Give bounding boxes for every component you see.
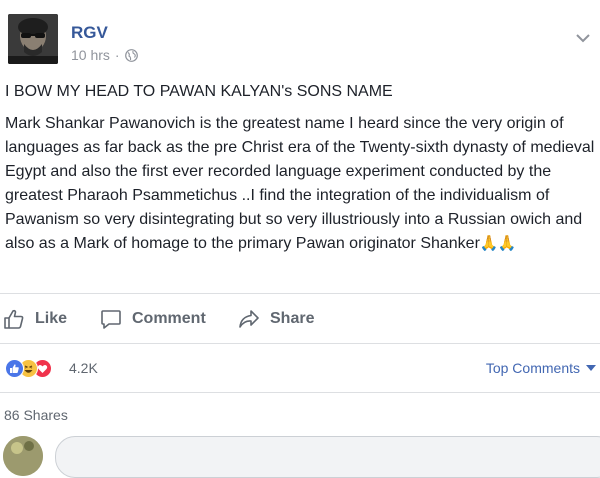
like-reaction-icon	[5, 359, 24, 378]
comment-icon	[101, 310, 121, 329]
post-timestamp[interactable]: 10 hrs	[71, 47, 110, 63]
comment-input[interactable]	[55, 436, 600, 478]
action-bar: Like Comment Share	[0, 302, 600, 336]
share-label: Share	[270, 310, 315, 327]
post-headline: I BOW MY HEAD TO PAWAN KALYAN's SONS NAM…	[5, 83, 393, 100]
post-text: Mark Shankar Pawanovich is the greatest …	[5, 112, 597, 256]
like-button[interactable]: Like	[3, 308, 67, 330]
comment-composer	[0, 433, 600, 478]
reaction-icons[interactable]	[5, 359, 65, 379]
reactions-bar: 4.2K Top Comments	[0, 357, 600, 381]
author-avatar[interactable]	[8, 14, 58, 64]
divider	[0, 392, 600, 393]
user-avatar	[3, 436, 43, 476]
divider	[0, 293, 600, 294]
shares-count[interactable]: 86 Shares	[4, 407, 68, 423]
folded-hands-emoji: 🙏🙏	[479, 235, 516, 252]
caret-down-icon	[586, 365, 596, 371]
post-text-content: Mark Shankar Pawanovich is the greatest …	[5, 115, 595, 252]
comment-button[interactable]: Comment	[100, 308, 206, 330]
like-label: Like	[35, 310, 68, 327]
reaction-count[interactable]: 4.2K	[69, 360, 98, 376]
post-header: RGV 10 hrs ·	[4, 14, 594, 70]
facebook-post: RGV 10 hrs · I BOW MY HEAD TO PAWAN KALY…	[0, 0, 600, 478]
globe-icon	[124, 48, 138, 62]
comment-label: Comment	[132, 310, 206, 327]
author-name[interactable]: RGV	[71, 23, 108, 43]
share-button[interactable]: Share	[238, 308, 314, 330]
meta-separator: ·	[114, 47, 120, 63]
share-arrow-icon	[239, 310, 259, 328]
thumbs-up-icon	[4, 309, 24, 329]
post-meta: 10 hrs ·	[71, 47, 138, 63]
top-comments-dropdown[interactable]: Top Comments	[486, 360, 596, 376]
chevron-down-icon[interactable]	[576, 30, 590, 43]
post-body: I BOW MY HEAD TO PAWAN KALYAN's SONS NAM…	[5, 80, 597, 256]
divider	[0, 343, 600, 344]
top-comments-label: Top Comments	[485, 360, 580, 376]
